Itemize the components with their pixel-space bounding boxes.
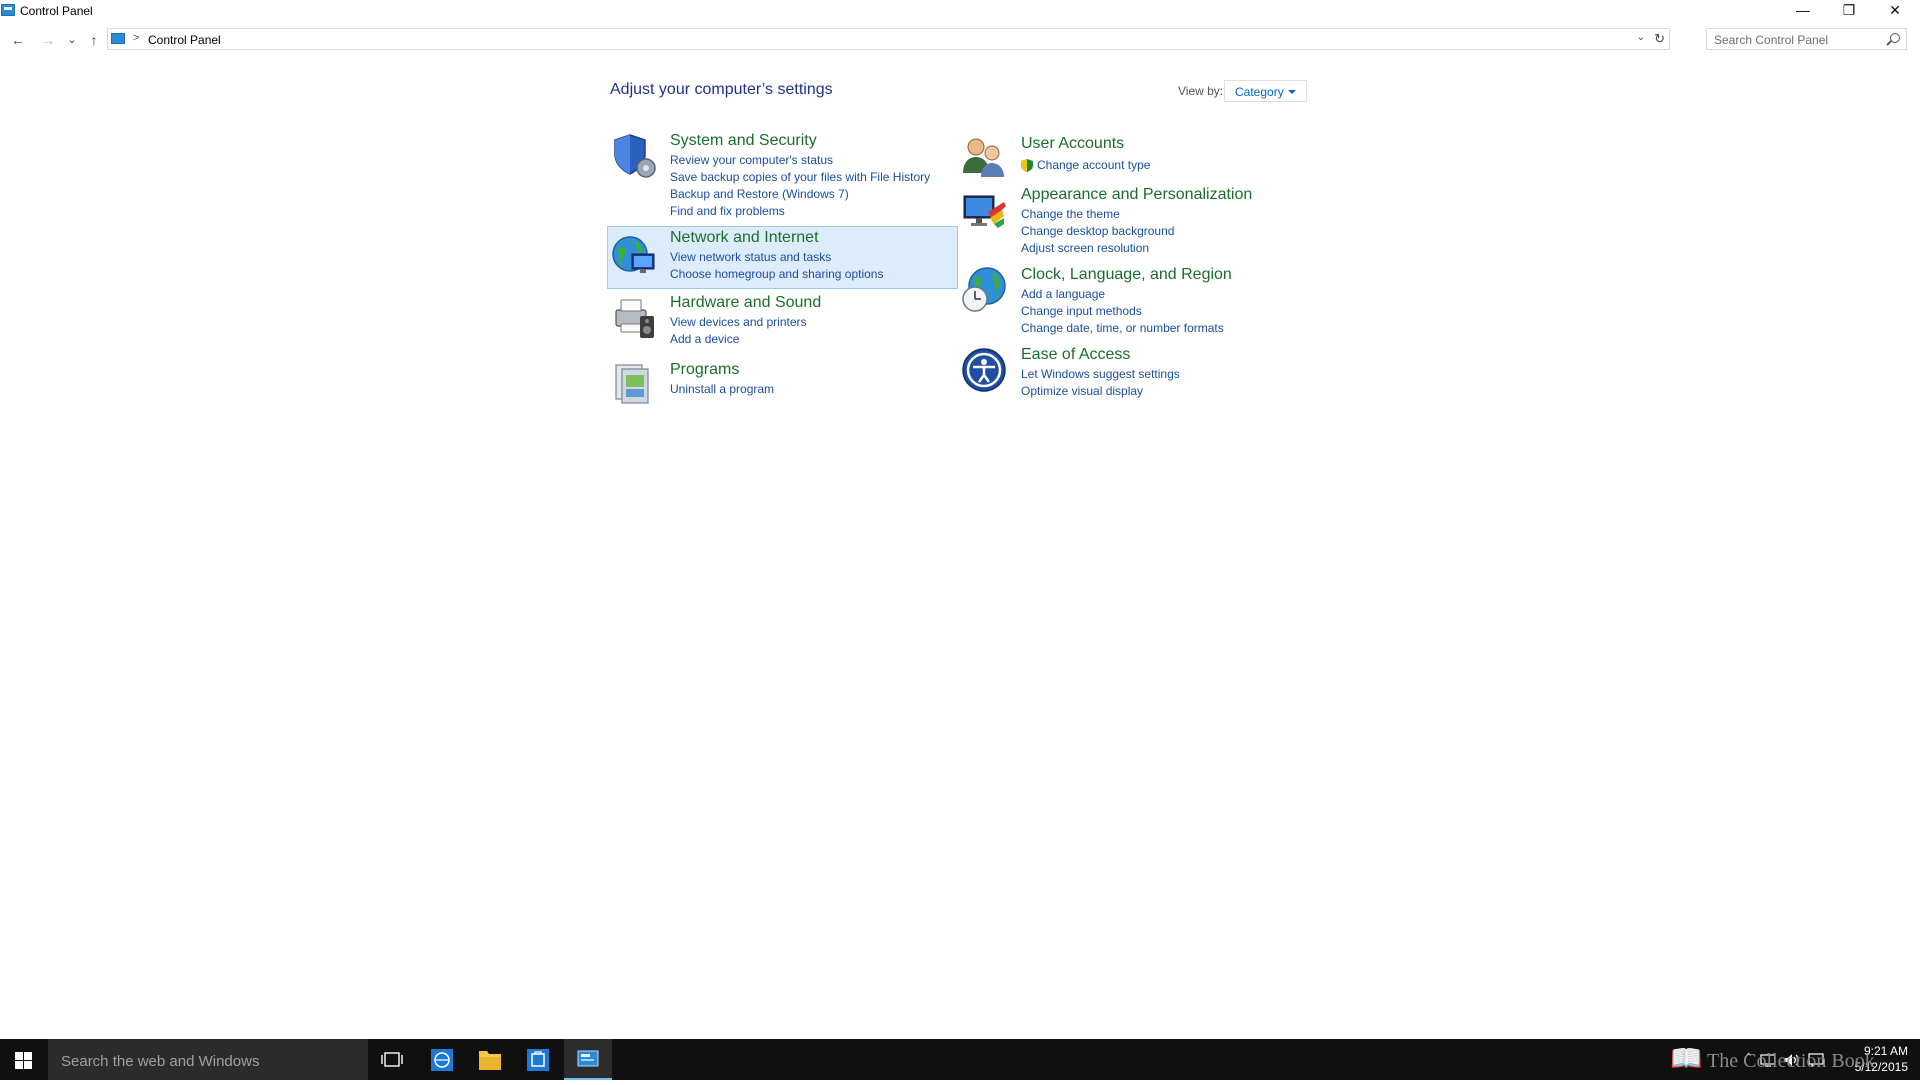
view-by-label: View by:: [1178, 84, 1224, 98]
programs-icon: [615, 364, 649, 404]
category-clock-language-region: Clock, Language, and Region Add a langua…: [958, 264, 1338, 338]
link-change-input-methods[interactable]: Change input methods: [1021, 304, 1142, 318]
chevron-down-icon: [1288, 90, 1296, 94]
category-user-accounts: User Accounts Change account type: [958, 133, 1338, 181]
windows-logo-pane: [24, 1061, 32, 1069]
store-bag-icon: [527, 1049, 549, 1071]
category-programs: Programs Uninstall a program: [608, 359, 958, 407]
link-backup-and-restore[interactable]: Backup and Restore (Windows 7): [670, 187, 849, 201]
watermark-book-icon: 📖: [1670, 1044, 1703, 1073]
title-bar: Control Panel — ❐ ✕: [0, 0, 1920, 24]
control-panel-app-icon: [1, 4, 15, 16]
link-choose-homegroup-sharing[interactable]: Choose homegroup and sharing options: [670, 267, 883, 281]
windows-logo-pane: [15, 1061, 23, 1069]
category-title-clock-language-region[interactable]: Clock, Language, and Region: [1021, 266, 1232, 284]
link-let-windows-suggest-settings[interactable]: Let Windows suggest settings: [1021, 367, 1180, 381]
minimize-button[interactable]: —: [1780, 0, 1826, 22]
search-input[interactable]: [1712, 31, 1886, 49]
windows-logo-pane: [24, 1052, 32, 1060]
restore-button[interactable]: ❐: [1826, 0, 1872, 22]
link-uninstall-a-program[interactable]: Uninstall a program: [670, 382, 774, 396]
taskbar: ⌃ 9:21 AM 5/12/2015: [0, 1039, 1920, 1080]
start-button[interactable]: [0, 1039, 46, 1080]
link-add-a-language[interactable]: Add a language: [1021, 287, 1105, 301]
category-title-system-and-security[interactable]: System and Security: [670, 132, 817, 150]
control-panel-icon: [111, 33, 125, 44]
taskbar-search-box[interactable]: [48, 1039, 368, 1080]
control-panel-icon: [577, 1050, 599, 1067]
link-find-and-fix-problems[interactable]: Find and fix problems: [670, 204, 785, 218]
category-title-network-and-internet[interactable]: Network and Internet: [670, 229, 819, 247]
window-title: Control Panel: [20, 4, 93, 18]
link-view-network-status[interactable]: View network status and tasks: [670, 250, 831, 264]
category-appearance-and-personalization: Appearance and Personalization Change th…: [958, 184, 1338, 258]
watermark: 📖 The Collection Book: [1670, 1044, 1875, 1074]
breadcrumb-separator[interactable]: >: [133, 32, 139, 44]
refresh-button[interactable]: ↻: [1654, 31, 1665, 47]
link-save-backup-file-history[interactable]: Save backup copies of your files with Fi…: [670, 170, 930, 184]
uac-shield-icon: [1021, 159, 1033, 172]
taskbar-browser-app[interactable]: [418, 1039, 466, 1080]
category-hardware-and-sound: Hardware and Sound View devices and prin…: [608, 292, 958, 348]
taskbar-search-input[interactable]: [59, 1051, 363, 1071]
back-button[interactable]: ←: [8, 30, 28, 50]
search-box[interactable]: [1706, 28, 1907, 50]
shield-icon: [614, 134, 656, 178]
link-add-a-device[interactable]: Add a device: [670, 332, 739, 346]
view-by-dropdown[interactable]: Category: [1224, 80, 1307, 102]
category-title-user-accounts[interactable]: User Accounts: [1021, 135, 1124, 153]
link-review-computer-status[interactable]: Review your computer's status: [670, 153, 833, 167]
task-view-icon: [381, 1052, 403, 1067]
address-bar[interactable]: > Control Panel ⌄ ↻: [107, 28, 1670, 50]
category-system-and-security: System and Security Review your computer…: [608, 130, 958, 220]
link-view-devices-and-printers[interactable]: View devices and printers: [670, 315, 807, 329]
view-by-value: Category: [1235, 85, 1284, 99]
search-icon[interactable]: [1890, 33, 1900, 43]
category-title-programs[interactable]: Programs: [670, 361, 739, 379]
network-globe-icon: [612, 236, 655, 273]
category-ease-of-access: Ease of Access Let Windows suggest setti…: [958, 344, 1338, 402]
navigation-bar: ← → ⌄ ↑ > Control Panel ⌄ ↻: [0, 28, 1920, 52]
link-adjust-screen-resolution[interactable]: Adjust screen resolution: [1021, 241, 1149, 255]
link-change-account-type[interactable]: Change account type: [1037, 158, 1150, 172]
link-change-date-time-number-formats[interactable]: Change date, time, or number formats: [1021, 321, 1224, 335]
printer-speaker-icon: [615, 299, 654, 338]
globe-clock-icon: [962, 267, 1006, 312]
category-title-ease-of-access[interactable]: Ease of Access: [1021, 346, 1130, 364]
category-title-hardware-and-sound[interactable]: Hardware and Sound: [670, 294, 821, 312]
link-optimize-visual-display[interactable]: Optimize visual display: [1021, 384, 1143, 398]
taskbar-file-explorer[interactable]: [466, 1039, 514, 1080]
watermark-text: The Collection Book: [1707, 1050, 1875, 1072]
link-change-desktop-background[interactable]: Change desktop background: [1021, 224, 1174, 238]
users-icon: [963, 138, 1004, 177]
task-view-button[interactable]: [368, 1039, 416, 1080]
up-button[interactable]: ↑: [84, 30, 104, 50]
windows-logo-icon: [15, 1052, 23, 1060]
folder-icon: [479, 1051, 501, 1070]
taskbar-store-app[interactable]: [514, 1039, 562, 1080]
recent-locations-button[interactable]: ⌄: [62, 30, 82, 50]
page-title: Adjust your computer’s settings: [610, 81, 833, 98]
breadcrumb-control-panel[interactable]: Control Panel: [148, 33, 221, 47]
category-network-and-internet[interactable]: Network and Internet View network status…: [607, 226, 958, 289]
taskbar-control-panel[interactable]: [564, 1039, 612, 1080]
browser-globe-icon: [431, 1049, 453, 1071]
forward-button[interactable]: →: [38, 30, 58, 50]
close-button[interactable]: ✕: [1872, 0, 1918, 22]
monitor-palette-icon: [963, 195, 1006, 228]
category-title-appearance-and-personalization[interactable]: Appearance and Personalization: [1021, 186, 1252, 204]
link-change-the-theme[interactable]: Change the theme: [1021, 207, 1120, 221]
address-dropdown-button[interactable]: ⌄: [1637, 32, 1645, 43]
ease-of-access-icon: [962, 348, 1006, 392]
